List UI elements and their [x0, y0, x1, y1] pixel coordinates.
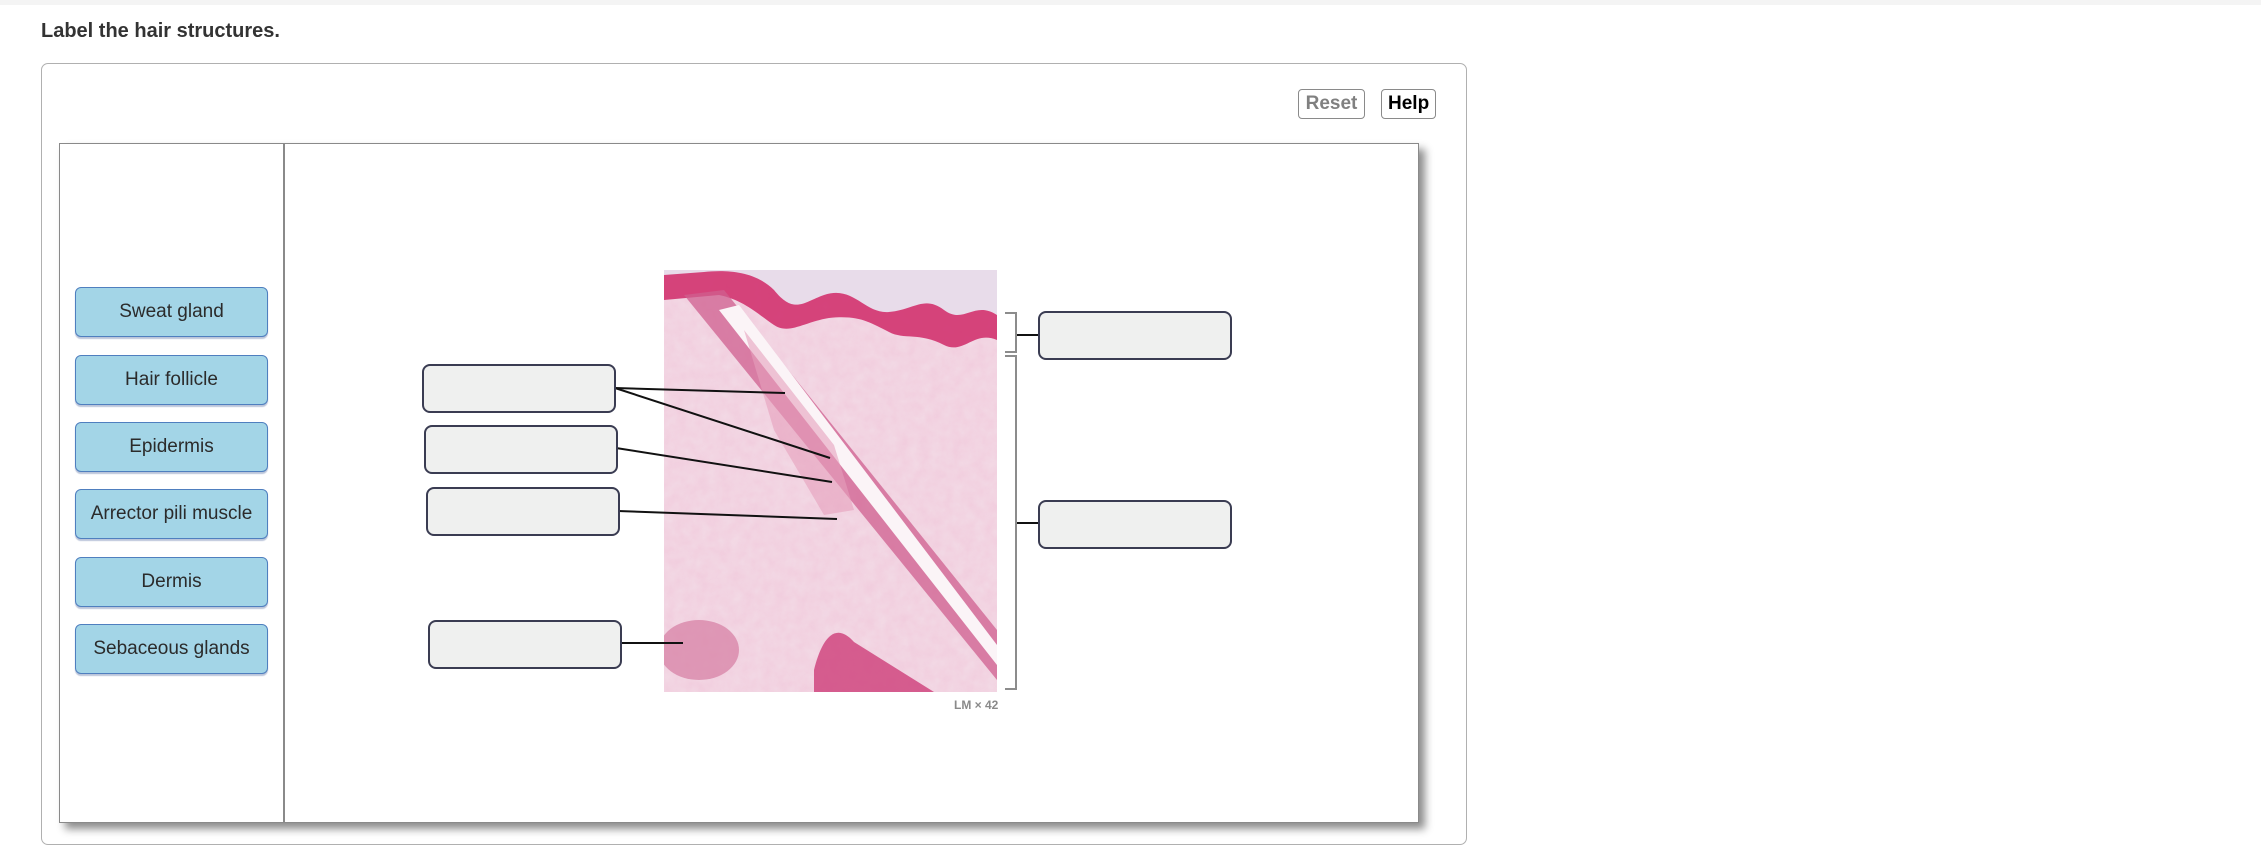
magnification-caption: LM × 42 — [954, 698, 999, 712]
help-button[interactable]: Help — [1381, 89, 1436, 119]
drop-target-left-1[interactable] — [422, 364, 616, 413]
skin-micrograph-image — [664, 270, 997, 692]
micrograph-illustration — [664, 270, 997, 692]
question-prompt: Label the hair structures. — [41, 20, 280, 42]
drop-target-left-3[interactable] — [426, 487, 620, 536]
label-chip-arrector-pili-muscle[interactable]: Arrector pili muscle — [75, 489, 268, 539]
reset-button[interactable]: Reset — [1298, 89, 1365, 119]
label-chip-sweat-gland[interactable]: Sweat gland — [75, 287, 268, 337]
top-bar — [0, 0, 2261, 5]
label-chip-hair-follicle[interactable]: Hair follicle — [75, 355, 268, 405]
drop-target-left-4[interactable] — [428, 620, 622, 669]
label-bank-divider — [283, 143, 285, 823]
label-chip-dermis[interactable]: Dermis — [75, 557, 268, 607]
drop-target-right-2[interactable] — [1038, 500, 1232, 549]
drop-target-left-2[interactable] — [424, 425, 618, 474]
label-chip-epidermis[interactable]: Epidermis — [75, 422, 268, 472]
label-chip-sebaceous-glands[interactable]: Sebaceous glands — [75, 624, 268, 674]
drop-target-right-1[interactable] — [1038, 311, 1232, 360]
